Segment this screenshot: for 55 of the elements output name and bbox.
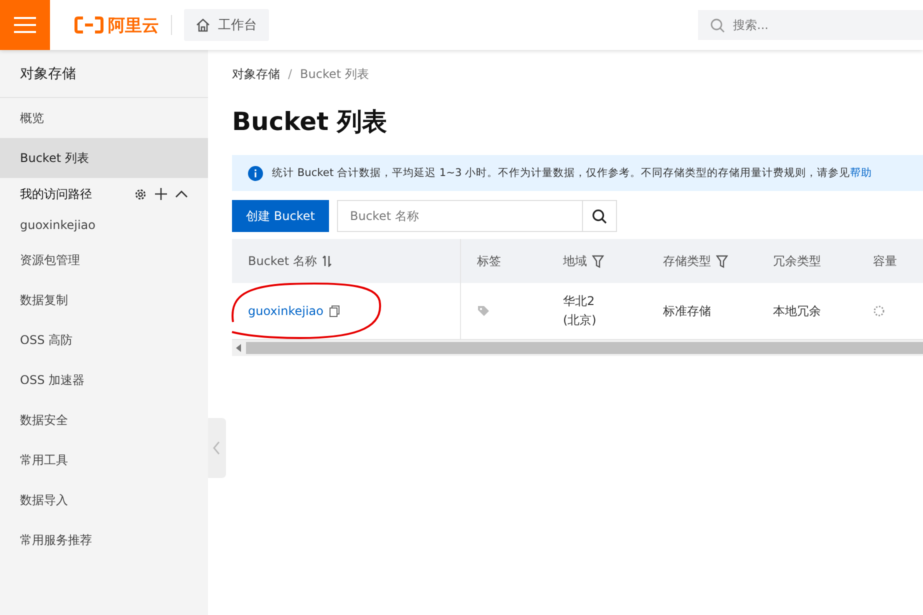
sidebar-item[interactable]: 概览 bbox=[0, 98, 208, 138]
sidebar-item[interactable]: 常用服务推荐 bbox=[0, 520, 208, 560]
collapse-handle[interactable] bbox=[208, 418, 226, 478]
sidebar-item[interactable]: OSS 高防 bbox=[0, 320, 208, 360]
column-header: 存储类型 bbox=[663, 252, 711, 270]
sidebar-item[interactable]: Bucket 列表 bbox=[0, 138, 208, 178]
region-text: (北京) bbox=[563, 312, 596, 329]
region-text: 华北2 bbox=[563, 293, 595, 310]
page-title: Bucket 列表 bbox=[232, 106, 388, 138]
loading-spinner-icon bbox=[873, 305, 885, 317]
plus-icon[interactable] bbox=[155, 188, 167, 200]
column-header: 容量 bbox=[873, 252, 897, 270]
sidebar-item[interactable]: 数据导入 bbox=[0, 480, 208, 520]
notice-text: 统计 Bucket 合计数据，平均延迟 1~3 小时。不作为计量数据，仅作参考。不同存储类型的存储用量计费规则，请参见帮助 bbox=[272, 166, 872, 180]
column-header: Bucket 名称 bbox=[248, 252, 317, 270]
chevron-up-icon[interactable] bbox=[175, 190, 188, 198]
search-icon bbox=[592, 208, 607, 224]
section-label: 我的访问路径 bbox=[20, 186, 92, 202]
bucket-link[interactable]: guoxinkejiao bbox=[248, 304, 324, 318]
copy-icon[interactable] bbox=[328, 305, 340, 317]
scrollbar-thumb[interactable] bbox=[246, 342, 923, 354]
logo-icon bbox=[74, 16, 104, 34]
filter-icon[interactable] bbox=[716, 254, 728, 268]
sidebar-item[interactable]: 资源包管理 bbox=[0, 240, 208, 280]
breadcrumb-separator: / bbox=[288, 67, 292, 81]
help-link[interactable]: 帮助 bbox=[850, 167, 872, 179]
workbench-button[interactable]: 工作台 bbox=[184, 9, 269, 41]
breadcrumb-item[interactable]: 对象存储 bbox=[232, 66, 280, 82]
sidebar-title: 对象存储 bbox=[0, 50, 208, 98]
column-header: 地域 bbox=[563, 252, 587, 270]
search-field[interactable]: 搜索... bbox=[698, 10, 923, 40]
sidebar-item[interactable]: 常用工具 bbox=[0, 440, 208, 480]
bucket-search-field[interactable]: Bucket 名称 bbox=[337, 200, 583, 232]
gear-icon[interactable] bbox=[134, 188, 147, 200]
scroll-left-icon[interactable] bbox=[236, 344, 242, 352]
sort-icon[interactable] bbox=[322, 255, 332, 267]
column-header: 标签 bbox=[477, 252, 501, 270]
menu-button[interactable] bbox=[0, 0, 50, 50]
table-cell: 本地冗余 bbox=[773, 302, 821, 320]
horizontal-scrollbar[interactable] bbox=[232, 340, 923, 356]
menu-icon bbox=[14, 17, 36, 33]
search-button[interactable] bbox=[583, 200, 617, 232]
breadcrumb-item: Bucket 列表 bbox=[300, 66, 369, 82]
sidebar-item[interactable]: 数据复制 bbox=[0, 280, 208, 320]
filter-icon[interactable] bbox=[592, 254, 604, 268]
table-cell: 标准存储 bbox=[663, 302, 711, 320]
column-header: 冗余类型 bbox=[773, 252, 821, 270]
info-icon bbox=[248, 166, 263, 180]
sidebar-item[interactable]: OSS 加速器 bbox=[0, 360, 208, 400]
sidebar-item[interactable]: 数据安全 bbox=[0, 400, 208, 440]
sidebar-item[interactable]: guoxinkejiao bbox=[0, 210, 208, 240]
create-bucket-button[interactable]: 创建 Bucket bbox=[232, 200, 329, 232]
chevron-left-icon bbox=[213, 441, 221, 455]
search-icon bbox=[710, 18, 725, 33]
home-icon bbox=[196, 18, 210, 32]
